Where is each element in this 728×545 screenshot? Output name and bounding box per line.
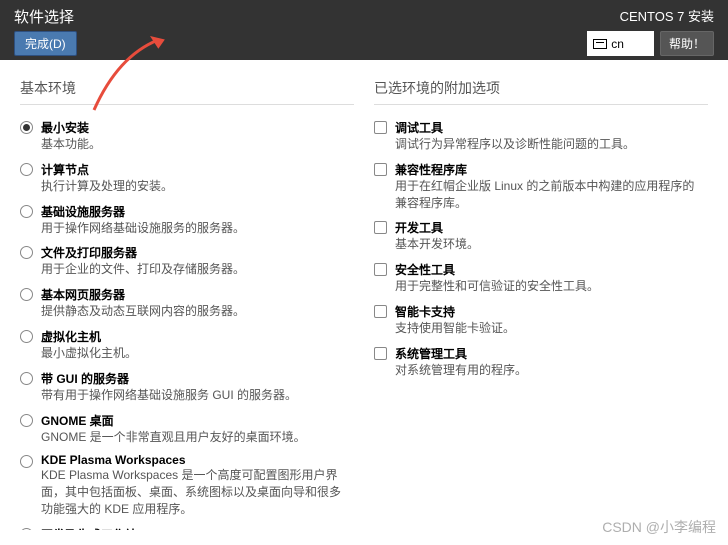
checkbox[interactable] — [374, 263, 387, 276]
base-environment-list: 最小安装基本功能。计算节点执行计算及处理的安装。基础设施服务器用于操作网络基础设… — [20, 115, 354, 530]
keyboard-layout-selector[interactable]: cn — [587, 31, 654, 56]
env-item-title: 最小安装 — [41, 119, 348, 136]
addons-column: 已选环境的附加选项 调试工具调试行为异常程序以及诊断性能问题的工具。兼容性程序库… — [374, 78, 708, 530]
addon-item-title: 调试工具 — [395, 119, 702, 136]
env-item-title: 开发及生成工作站 — [41, 526, 348, 530]
env-item-title: 计算节点 — [41, 161, 348, 178]
env-item-desc: 用于操作网络基础设施服务的服务器。 — [41, 220, 348, 237]
env-item[interactable]: 带 GUI 的服务器带有用于操作网络基础设施服务 GUI 的服务器。 — [20, 366, 348, 408]
addon-item-desc: 调试行为异常程序以及诊断性能问题的工具。 — [395, 136, 702, 153]
radio-button[interactable] — [20, 372, 33, 385]
radio-button[interactable] — [20, 121, 33, 134]
radio-button[interactable] — [20, 163, 33, 176]
radio-button[interactable] — [20, 414, 33, 427]
radio-button[interactable] — [20, 455, 33, 468]
env-item-title: 带 GUI 的服务器 — [41, 370, 348, 387]
env-item[interactable]: 基本网页服务器提供静态及动态互联网内容的服务器。 — [20, 282, 348, 324]
radio-button[interactable] — [20, 288, 33, 301]
env-item-desc: 用于企业的文件、打印及存储服务器。 — [41, 261, 348, 278]
env-item[interactable]: 基础设施服务器用于操作网络基础设施服务的服务器。 — [20, 199, 348, 241]
env-item-desc: KDE Plasma Workspaces 是一个高度可配置图形用户界面，其中包… — [41, 467, 348, 517]
env-item[interactable]: 开发及生成工作站用于软件、硬件、图形或者内容开发的工作站。 — [20, 522, 348, 530]
keyboard-layout-label: cn — [611, 37, 624, 51]
env-item-title: 文件及打印服务器 — [41, 244, 348, 261]
addon-item-desc: 支持使用智能卡验证。 — [395, 320, 702, 337]
header: 软件选择 完成(D) CENTOS 7 安装 cn 帮助！ — [0, 0, 728, 60]
base-environment-heading: 基本环境 — [20, 78, 354, 105]
env-item-title: GNOME 桌面 — [41, 412, 348, 429]
env-item[interactable]: GNOME 桌面GNOME 是一个非常直观且用户友好的桌面环境。 — [20, 408, 348, 450]
addon-item-desc: 对系统管理有用的程序。 — [395, 362, 702, 379]
addon-item-desc: 用于在红帽企业版 Linux 的之前版本中构建的应用程序的兼容程序库。 — [395, 178, 702, 212]
radio-button[interactable] — [20, 205, 33, 218]
addons-heading: 已选环境的附加选项 — [374, 78, 708, 105]
checkbox[interactable] — [374, 121, 387, 134]
addon-item[interactable]: 开发工具基本开发环境。 — [374, 215, 702, 257]
addon-item[interactable]: 系统管理工具对系统管理有用的程序。 — [374, 341, 702, 383]
addon-item[interactable]: 兼容性程序库用于在红帽企业版 Linux 的之前版本中构建的应用程序的兼容程序库… — [374, 157, 702, 216]
addon-item-title: 开发工具 — [395, 219, 702, 236]
env-item-desc: 执行计算及处理的安装。 — [41, 178, 348, 195]
checkbox[interactable] — [374, 347, 387, 360]
env-item-desc: 基本功能。 — [41, 136, 348, 153]
done-button[interactable]: 完成(D) — [14, 31, 77, 56]
env-item-desc: GNOME 是一个非常直观且用户友好的桌面环境。 — [41, 429, 348, 446]
radio-button[interactable] — [20, 528, 33, 530]
env-item-title: 基本网页服务器 — [41, 286, 348, 303]
env-item[interactable]: 虚拟化主机最小虚拟化主机。 — [20, 324, 348, 366]
env-item-desc: 最小虚拟化主机。 — [41, 345, 348, 362]
addon-item-title: 安全性工具 — [395, 261, 702, 278]
addon-item-desc: 基本开发环境。 — [395, 236, 702, 253]
addon-item-title: 智能卡支持 — [395, 303, 702, 320]
env-item-title: 虚拟化主机 — [41, 328, 348, 345]
content: 基本环境 最小安装基本功能。计算节点执行计算及处理的安装。基础设施服务器用于操作… — [0, 60, 728, 530]
env-item-title: KDE Plasma Workspaces — [41, 453, 348, 467]
checkbox[interactable] — [374, 163, 387, 176]
addons-list: 调试工具调试行为异常程序以及诊断性能问题的工具。兼容性程序库用于在红帽企业版 L… — [374, 115, 708, 383]
addon-item-title: 兼容性程序库 — [395, 161, 702, 178]
addon-item-desc: 用于完整性和可信验证的安全性工具。 — [395, 278, 702, 295]
help-button[interactable]: 帮助！ — [660, 31, 714, 56]
checkbox[interactable] — [374, 221, 387, 234]
keyboard-icon — [593, 39, 607, 49]
base-environment-column: 基本环境 最小安装基本功能。计算节点执行计算及处理的安装。基础设施服务器用于操作… — [20, 78, 354, 530]
install-title: CENTOS 7 安装 — [620, 6, 714, 25]
env-item[interactable]: 最小安装基本功能。 — [20, 115, 348, 157]
env-item[interactable]: KDE Plasma WorkspacesKDE Plasma Workspac… — [20, 449, 348, 521]
addon-item-title: 系统管理工具 — [395, 345, 702, 362]
watermark: CSDN @小李编程 — [602, 517, 716, 537]
env-item-desc: 提供静态及动态互联网内容的服务器。 — [41, 303, 348, 320]
addon-item[interactable]: 安全性工具用于完整性和可信验证的安全性工具。 — [374, 257, 702, 299]
checkbox[interactable] — [374, 305, 387, 318]
env-item-desc: 带有用于操作网络基础设施服务 GUI 的服务器。 — [41, 387, 348, 404]
addon-item[interactable]: 调试工具调试行为异常程序以及诊断性能问题的工具。 — [374, 115, 702, 157]
env-item[interactable]: 文件及打印服务器用于企业的文件、打印及存储服务器。 — [20, 240, 348, 282]
radio-button[interactable] — [20, 246, 33, 259]
page-title: 软件选择 — [14, 6, 77, 27]
env-item[interactable]: 计算节点执行计算及处理的安装。 — [20, 157, 348, 199]
env-item-title: 基础设施服务器 — [41, 203, 348, 220]
addon-item[interactable]: 智能卡支持支持使用智能卡验证。 — [374, 299, 702, 341]
radio-button[interactable] — [20, 330, 33, 343]
